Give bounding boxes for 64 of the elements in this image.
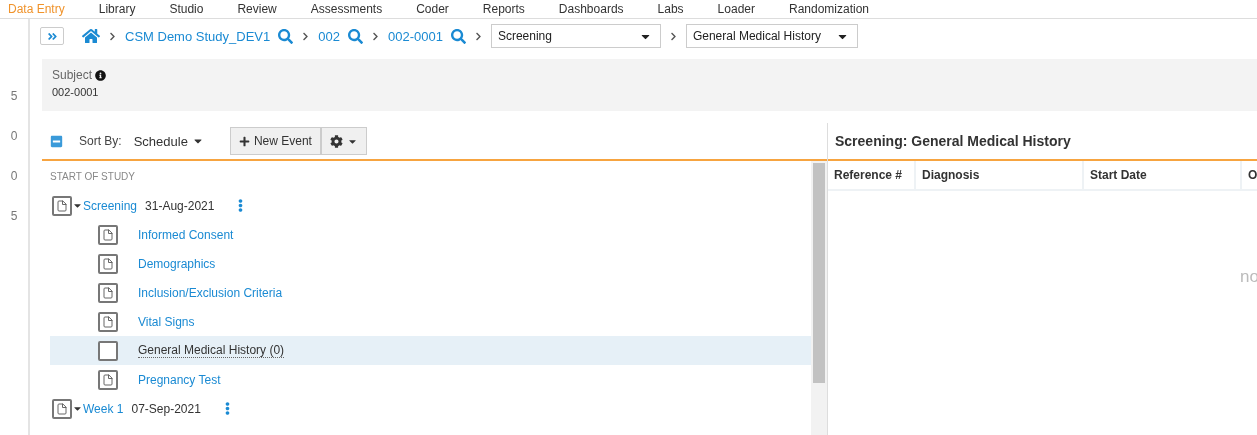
info-icon[interactable] <box>95 69 107 81</box>
column-header: Reference # <box>828 161 916 189</box>
event-date: 31-Aug-2021 <box>145 198 215 213</box>
form-link[interactable]: General Medical History (0) <box>138 343 285 358</box>
event-link[interactable]: Week 1 <box>83 401 124 416</box>
breadcrumb-link[interactable]: CSM Demo Study_DEV1 <box>125 28 271 44</box>
gutter-mark: 0 <box>10 169 18 183</box>
settings-button[interactable] <box>320 127 367 155</box>
column-header: O <box>1242 161 1257 189</box>
gear-icon <box>329 134 343 148</box>
double-chevron-icon <box>46 30 58 42</box>
document-icon <box>98 282 118 303</box>
document-icon <box>98 253 118 274</box>
collapse-icon[interactable] <box>50 134 63 148</box>
new-event-button[interactable]: New Event <box>229 127 321 155</box>
nav-tab[interactable]: Studio <box>169 2 204 16</box>
document-icon <box>98 311 118 332</box>
scrollbar[interactable] <box>811 161 827 435</box>
form-link[interactable]: Inclusion/Exclusion Criteria <box>138 285 283 300</box>
chevron-icon <box>473 31 483 41</box>
gutter-mark: 5 <box>10 89 18 103</box>
event-link[interactable]: Screening <box>83 198 138 213</box>
column-header: Start Date <box>1084 161 1242 189</box>
chevron-icon <box>301 31 311 41</box>
nav-tab[interactable]: Labs <box>657 2 684 16</box>
sort-dropdown[interactable]: Schedule <box>127 132 210 150</box>
event-select[interactable]: Screening <box>490 24 661 48</box>
column-header: Diagnosis <box>916 161 1084 189</box>
chevron-icon <box>370 31 380 41</box>
panel-title: Screening: General Medical History <box>828 123 1257 161</box>
search-icon[interactable] <box>347 28 363 44</box>
subject-value: 002-0001 <box>52 86 100 98</box>
form-link[interactable]: Vital Signs <box>138 314 195 329</box>
nav-tab[interactable]: Library <box>98 2 136 16</box>
chevron-icon <box>668 31 678 41</box>
document-icon <box>98 369 118 390</box>
chevron-icon <box>108 31 117 41</box>
breadcrumb-link[interactable]: 002 <box>318 28 340 44</box>
document-icon <box>98 224 118 245</box>
form-link[interactable]: Demographics <box>138 256 216 271</box>
subject-label: Subject <box>52 68 93 82</box>
sort-label: Sort By: <box>79 134 122 148</box>
nav-tab[interactable]: Assessments <box>310 2 383 16</box>
gutter-mark: 5 <box>10 209 18 223</box>
expand-button[interactable] <box>40 27 64 45</box>
plus-icon <box>238 135 250 147</box>
event-date: 07-Sep-2021 <box>131 401 201 416</box>
breadcrumb-link[interactable]: 002-0001 <box>387 28 443 44</box>
nav-tab[interactable]: Review <box>237 2 277 16</box>
form-link[interactable]: Informed Consent <box>138 227 234 242</box>
search-icon[interactable] <box>278 28 294 44</box>
nav-tab[interactable]: Coder <box>416 2 449 16</box>
gutter-mark: 0 <box>10 129 18 143</box>
nav-tab[interactable]: Loader <box>717 2 755 16</box>
form-link[interactable]: Pregnancy Test <box>138 372 221 387</box>
nav-tab[interactable]: Dashboards <box>558 2 624 16</box>
search-icon[interactable] <box>450 28 466 44</box>
form-select[interactable]: General Medical History <box>685 24 858 48</box>
nav-tab[interactable]: Reports <box>482 2 525 16</box>
nav-tab[interactable]: Randomization <box>789 2 870 16</box>
start-of-study-label: START OF STUDY <box>50 169 136 184</box>
event-document-icon <box>52 398 72 419</box>
event-document-icon <box>52 195 72 216</box>
home-icon[interactable] <box>82 27 100 45</box>
